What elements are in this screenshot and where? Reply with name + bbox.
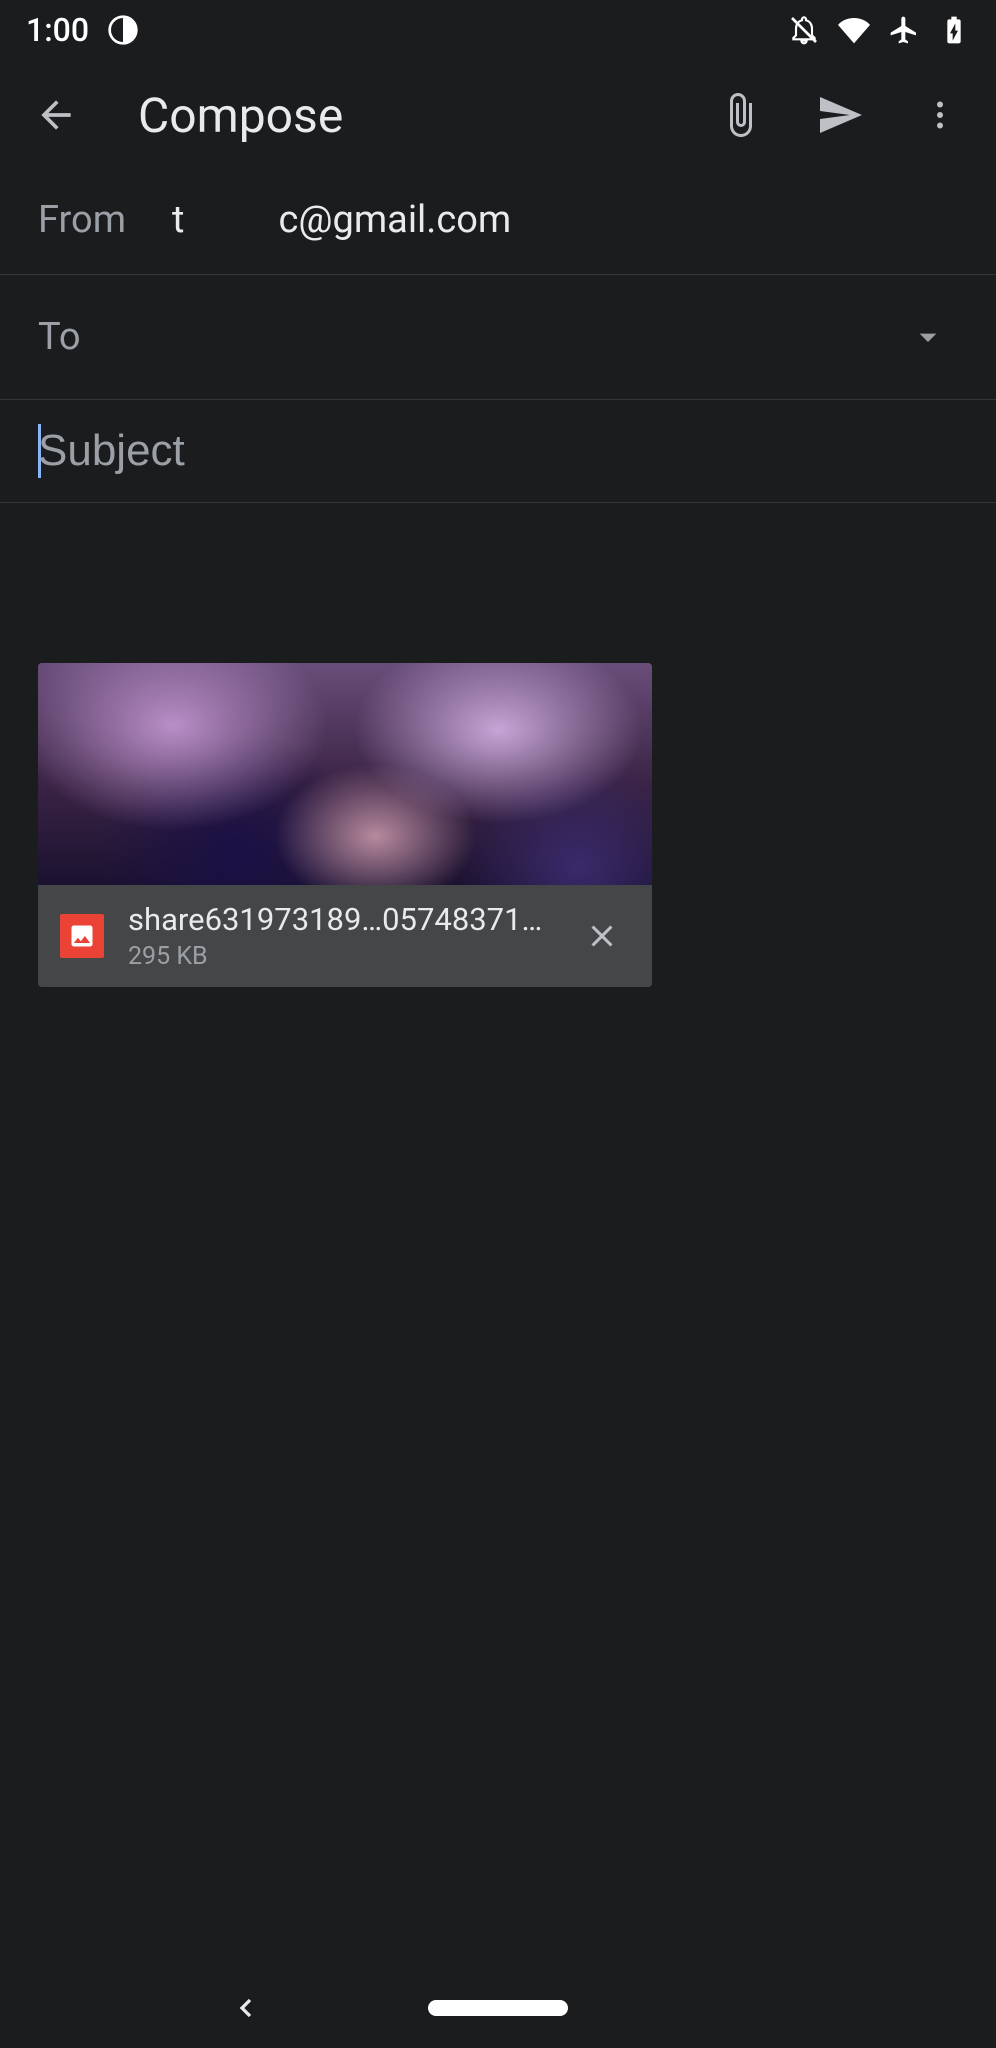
from-value-part1: t [172, 198, 184, 242]
app-indicator-icon [107, 14, 139, 46]
back-button[interactable] [20, 79, 92, 151]
attachment-info: share631973189…05748371.png 295 KB [128, 901, 550, 971]
status-time: 1:00 [26, 11, 89, 49]
app-bar: Compose [0, 60, 996, 170]
page-title: Compose [138, 87, 676, 144]
wifi-icon [838, 14, 870, 46]
from-label: From [38, 198, 126, 242]
compose-screen: 1:00 Compose [0, 0, 996, 2048]
system-nav-bar [0, 1968, 996, 2048]
from-row[interactable]: From t c@gmail.com [0, 170, 996, 275]
to-row[interactable]: To [0, 275, 996, 400]
to-label: To [38, 315, 898, 359]
subject-input[interactable] [38, 426, 958, 476]
attachment-preview [38, 663, 652, 885]
status-left: 1:00 [26, 11, 139, 49]
attachment-card[interactable]: share631973189…05748371.png 295 KB [38, 663, 652, 987]
attach-button[interactable] [704, 79, 776, 151]
expand-recipients-button[interactable] [898, 307, 958, 367]
send-button[interactable] [804, 79, 876, 151]
attachment-footer: share631973189…05748371.png 295 KB [38, 885, 652, 987]
from-value-part2: c@gmail.com [278, 198, 511, 242]
system-back-button[interactable] [210, 1972, 282, 2044]
text-cursor [38, 424, 41, 478]
status-right [788, 14, 970, 46]
more-options-button[interactable] [904, 79, 976, 151]
attachment-name: share631973189…05748371.png [128, 901, 550, 938]
attachment-size: 295 KB [128, 942, 550, 971]
remove-attachment-button[interactable] [574, 908, 630, 964]
dnd-off-icon [788, 14, 820, 46]
from-value: t c@gmail.com [172, 198, 511, 242]
battery-charging-icon [938, 14, 970, 46]
image-file-icon [60, 914, 104, 958]
airplane-mode-icon [888, 14, 920, 46]
compose-body[interactable]: share631973189…05748371.png 295 KB [0, 503, 996, 2048]
subject-row[interactable] [0, 400, 996, 503]
status-bar: 1:00 [0, 0, 996, 60]
gesture-pill[interactable] [428, 2000, 568, 2016]
